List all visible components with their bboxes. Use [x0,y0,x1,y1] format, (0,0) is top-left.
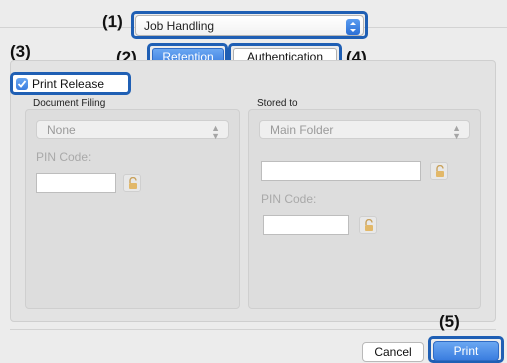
stored-to-pin-label: PIN Code: [261,192,317,206]
document-filing-group: None ▲ ▼ PIN Code: [25,109,240,309]
job-handling-select-value: Job Handling [144,18,215,33]
stored-to-folder-lock-button[interactable] [430,162,448,180]
stored-to-folder-field[interactable] [261,161,421,181]
job-handling-select[interactable]: Job Handling [135,15,364,36]
document-filing-pin-label: PIN Code: [36,150,92,164]
stored-to-title: Stored to [257,98,298,109]
up-down-chevron-icon: ▲ ▼ [452,123,461,141]
document-filing-select-value: None [47,122,76,137]
cancel-button-label: Cancel [374,345,412,359]
document-filing-select[interactable]: None ▲ ▼ [36,120,229,141]
document-filing-title: Document Filing [33,98,106,109]
callout-3: (3) [10,42,31,61]
bottom-divider [10,329,496,330]
print-button[interactable]: Print [433,341,499,361]
callout-5: (5) [439,312,460,331]
print-release-label: Print Release [32,77,105,91]
lock-icon [436,165,444,177]
print-button-label: Print [453,344,479,358]
stored-to-group: Main Folder ▲ ▼ PIN Code: [248,109,481,309]
stored-to-select[interactable]: Main Folder ▲ ▼ [259,120,470,141]
retention-panel: Print Release Document Filing None ▲ ▼ PI… [10,60,496,322]
document-filing-pin-field[interactable] [36,173,116,193]
stored-to-select-value: Main Folder [270,122,334,137]
checkmark-icon [17,80,27,88]
lock-icon [129,177,137,189]
lock-icon [365,219,373,231]
cancel-button[interactable]: Cancel [362,342,424,362]
callout-1: (1) [102,12,123,31]
stored-to-pin-field[interactable] [263,215,349,235]
up-down-chevron-icon [346,19,360,35]
stored-to-pin-lock-button[interactable] [359,216,377,234]
print-release-checkbox[interactable] [16,78,28,90]
up-down-chevron-icon: ▲ ▼ [211,123,220,141]
document-filing-lock-button[interactable] [123,174,141,192]
